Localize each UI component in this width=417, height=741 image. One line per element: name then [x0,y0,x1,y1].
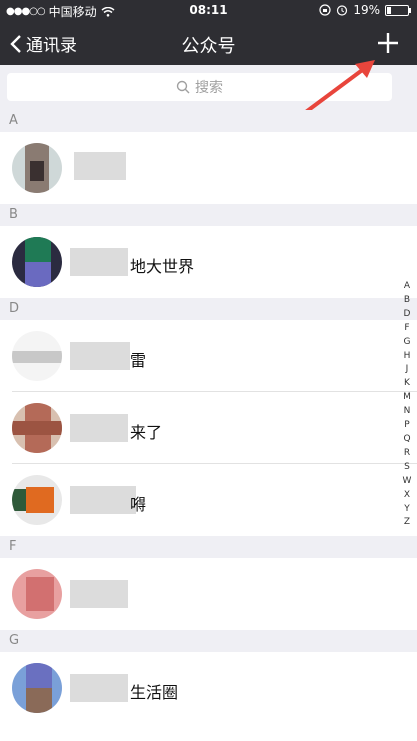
index-letter[interactable]: Y [400,503,414,517]
row-name: 雷 [130,351,147,370]
avatar [12,143,62,193]
index-letter[interactable]: H [400,350,414,364]
index-letter[interactable]: A [400,280,414,294]
section-header-a: A [0,110,417,132]
status-bar: ●●●○○ 中国移动 08:11 19% [0,0,417,22]
battery-percent: 19% [353,3,380,17]
name-blur [70,248,128,276]
index-letter[interactable]: F [400,322,414,336]
index-letter[interactable]: M [400,391,414,405]
list-item[interactable]: 地大世界 [0,226,417,298]
index-letter[interactable]: G [400,336,414,350]
avatar [12,569,62,619]
search-icon [176,80,190,94]
name-blur [70,674,128,702]
alarm-icon [337,5,348,16]
avatar [12,403,62,453]
row-name: 嘚 [130,495,147,514]
name-blur [70,486,136,514]
alphabet-index[interactable]: A B D F G H J K M N P Q R S W X Y Z [400,280,414,530]
list-item[interactable]: 生活圈 [0,652,417,741]
chevron-left-icon [10,34,21,53]
search-placeholder: 搜索 [195,80,223,96]
section-header-f: F [0,536,417,558]
battery-icon [385,4,411,16]
list-item[interactable]: 雷 [0,320,417,392]
back-label: 通讯录 [26,36,77,56]
name-blur [74,152,126,180]
back-button[interactable]: 通讯录 [10,31,77,56]
add-button[interactable] [373,28,403,58]
index-letter[interactable]: R [400,447,414,461]
index-letter[interactable]: P [400,419,414,433]
list-item[interactable] [0,132,417,204]
row-name: 来了 [130,423,163,442]
avatar [12,475,62,525]
section-header-b: B [0,204,417,226]
row-name: 生活圈 [130,683,179,702]
rotation-lock-icon [319,4,331,16]
index-letter[interactable]: S [400,461,414,475]
index-letter[interactable]: J [400,363,414,377]
name-blur [70,342,130,370]
index-letter[interactable]: W [400,475,414,489]
index-letter[interactable]: X [400,489,414,503]
index-letter[interactable]: B [400,294,414,308]
section-header-d: D [0,298,417,320]
index-letter[interactable]: Z [400,516,414,530]
name-blur [70,414,128,442]
avatar [12,663,62,713]
row-name: 地大世界 [130,257,195,276]
list-item[interactable]: 嘚 [0,464,417,536]
avatar [12,237,62,287]
name-blur [70,580,128,608]
avatar [12,331,62,381]
index-letter[interactable]: N [400,405,414,419]
plus-icon [378,33,398,53]
list-item[interactable]: 来了 [0,392,417,464]
section-header-g: G [0,630,417,652]
index-letter[interactable]: D [400,308,414,322]
index-letter[interactable]: K [400,377,414,391]
index-letter[interactable]: Q [400,433,414,447]
list-item[interactable] [0,558,417,630]
status-right: 19% [319,3,411,17]
